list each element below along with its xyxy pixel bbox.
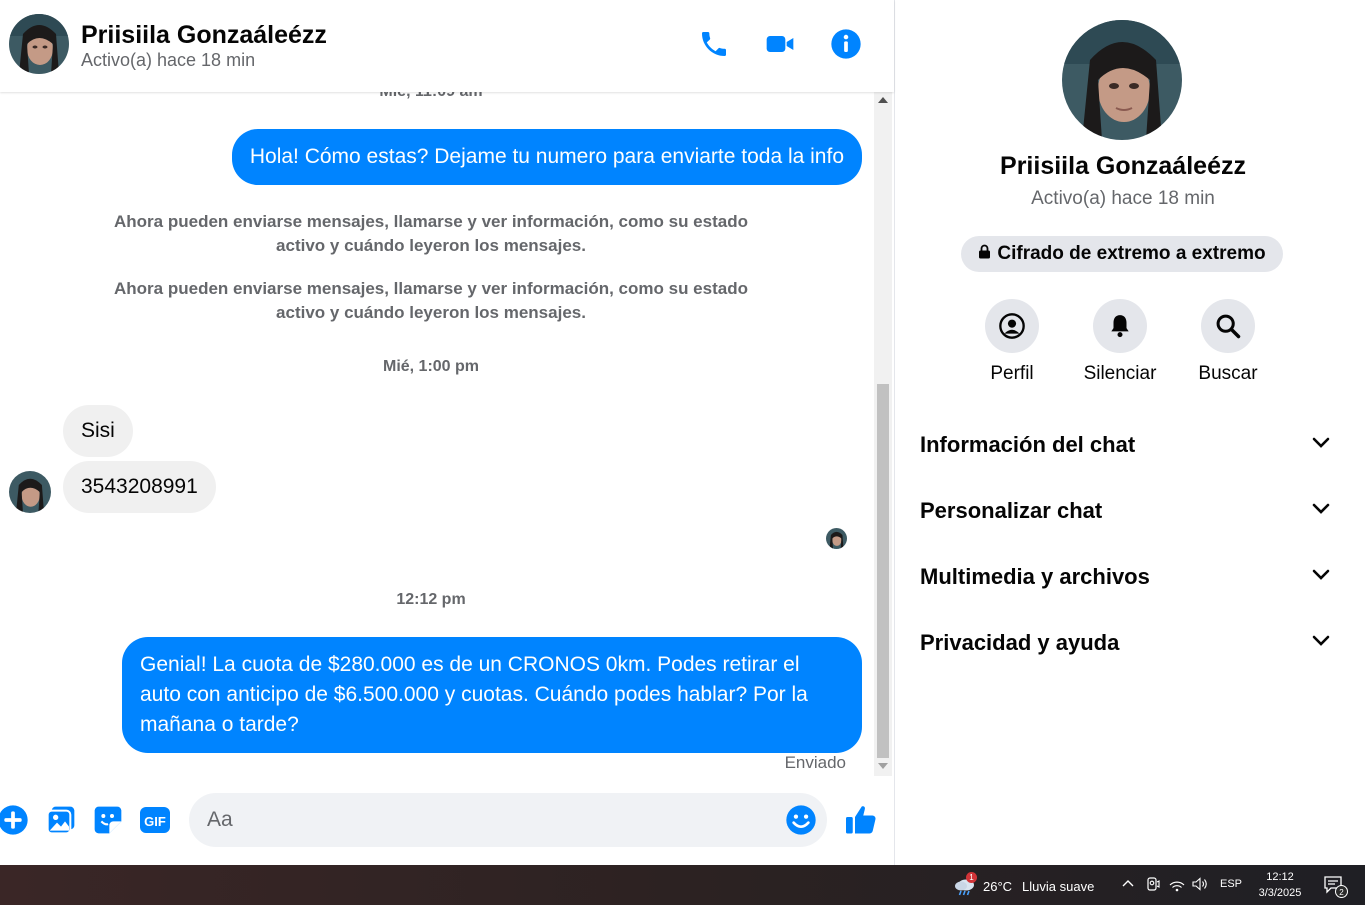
mute-label: Silenciar xyxy=(1083,363,1157,384)
section-label: Privacidad y ayuda xyxy=(920,630,1120,655)
scrollbar-thumb[interactable] xyxy=(877,384,889,758)
profile-avatar-large[interactable] xyxy=(1062,20,1182,140)
profile-status: Activo(a) hace 18 min xyxy=(1031,188,1215,209)
scroll-up-arrow-icon[interactable] xyxy=(878,97,888,103)
contact-avatar[interactable] xyxy=(9,14,69,74)
weather-desc: Lluvia suave xyxy=(1022,878,1095,894)
outgoing-message[interactable]: Hola! Cómo estas? Dejame tu numero para … xyxy=(231,129,862,185)
seen-receipt-avatar xyxy=(826,528,847,549)
system-notice: Ahora pueden enviarse mensajes, llamarse… xyxy=(114,212,748,255)
weather-widget[interactable]: 1 26°C Lluvia suave xyxy=(953,872,1095,897)
timestamp: Mié, 11:09 am xyxy=(0,92,862,101)
incoming-message[interactable]: Sisi xyxy=(63,405,133,457)
thumbs-up-icon[interactable] xyxy=(843,802,879,838)
system-notice: Ahora pueden enviarse mensajes, llamarse… xyxy=(114,279,748,322)
timestamp: Mié, 1:00 pm xyxy=(382,358,480,375)
message-input[interactable] xyxy=(207,805,767,835)
system-clock[interactable]: 12:12 3/3/2025 xyxy=(1252,869,1308,901)
messenger-window: Priisiila Gonzaáleézz Activo(a) hace 18 … xyxy=(0,0,1365,865)
input-language[interactable]: ESP xyxy=(1220,878,1242,890)
search-label: Buscar xyxy=(1198,363,1258,384)
clock-time: 12:12 xyxy=(1266,871,1294,883)
photo-icon[interactable] xyxy=(45,804,77,836)
sender-avatar[interactable] xyxy=(9,471,51,513)
section-label: Multimedia y archivos xyxy=(920,564,1150,589)
contact-status: Activo(a) hace 18 min xyxy=(81,50,256,70)
gif-icon-label: GIF xyxy=(144,814,166,829)
incoming-message[interactable]: 3543208991 xyxy=(63,461,216,513)
section-chat-info[interactable]: Información del chat xyxy=(920,425,1330,465)
encryption-badge[interactable]: Cifrado de extremo a extremo xyxy=(961,236,1283,272)
chevron-down-icon xyxy=(1312,634,1330,652)
search-icon xyxy=(1201,299,1255,353)
rain-cloud-icon: 1 xyxy=(953,872,977,897)
chevron-up-icon[interactable] xyxy=(1120,876,1138,894)
emoji-icon[interactable] xyxy=(785,804,817,836)
mute-button[interactable]: Silenciar xyxy=(1065,299,1175,385)
sent-status: Enviado xyxy=(784,753,846,772)
profile-button[interactable]: Perfil xyxy=(957,299,1067,385)
weather-temp: 26°C xyxy=(983,878,1013,894)
section-media-files[interactable]: Multimedia y archivos xyxy=(920,557,1330,597)
sticker-icon[interactable] xyxy=(92,804,124,836)
contact-name[interactable]: Priisiila Gonzaáleézz xyxy=(81,21,327,50)
phone-icon[interactable] xyxy=(698,28,730,60)
gif-icon[interactable]: GIF xyxy=(139,804,171,836)
windows-taskbar: 1 26°C Lluvia suave ESP 12:12 3/3/2025 2 xyxy=(0,865,1365,905)
chat-pane: Priisiila Gonzaáleézz Activo(a) hace 18 … xyxy=(0,0,894,865)
composer: GIF xyxy=(0,777,894,865)
video-camera-icon[interactable] xyxy=(764,28,796,60)
notifications-icon[interactable]: 2 xyxy=(1323,875,1348,898)
profile-icon xyxy=(985,299,1039,353)
chat-header: Priisiila Gonzaáleézz Activo(a) hace 18 … xyxy=(0,0,894,92)
profile-name: Priisiila Gonzaáleézz xyxy=(1000,152,1246,180)
chevron-down-icon xyxy=(1312,502,1330,520)
section-privacy-help[interactable]: Privacidad y ayuda xyxy=(920,623,1330,663)
chevron-down-icon xyxy=(1312,436,1330,454)
meet-now-icon[interactable] xyxy=(1145,876,1163,894)
notification-count-badge: 2 xyxy=(1335,885,1348,898)
message-input-container[interactable] xyxy=(189,793,827,847)
info-icon[interactable] xyxy=(830,28,862,60)
weather-alert-badge: 1 xyxy=(966,872,977,883)
section-label: Información del chat xyxy=(920,432,1136,457)
bell-icon xyxy=(1093,299,1147,353)
lock-icon xyxy=(978,243,991,265)
wifi-icon[interactable] xyxy=(1168,876,1186,894)
chat-info-panel: Priisiila Gonzaáleézz Activo(a) hace 18 … xyxy=(894,0,1365,865)
timestamp: 12:12 pm xyxy=(396,591,466,608)
encryption-label: Cifrado de extremo a extremo xyxy=(997,243,1266,264)
section-label: Personalizar chat xyxy=(920,498,1103,523)
profile-label: Perfil xyxy=(990,363,1034,384)
outgoing-message[interactable]: Genial! La cuota de $280.000 es de un CR… xyxy=(122,637,862,753)
plus-icon[interactable] xyxy=(0,804,29,836)
clock-date: 3/3/2025 xyxy=(1258,887,1302,899)
section-customize-chat[interactable]: Personalizar chat xyxy=(920,491,1330,531)
scrollbar[interactable] xyxy=(874,92,892,776)
search-button[interactable]: Buscar xyxy=(1173,299,1283,385)
chevron-down-icon xyxy=(1312,568,1330,586)
scroll-down-arrow-icon[interactable] xyxy=(878,763,888,769)
message-list[interactable]: Mié, 11:09 am Hola! Cómo estas? Dejame t… xyxy=(0,92,874,777)
volume-icon[interactable] xyxy=(1191,876,1209,894)
